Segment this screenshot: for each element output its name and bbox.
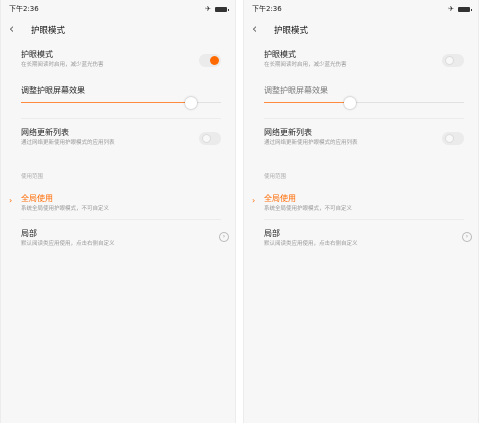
chevron-right-icon: › xyxy=(252,196,256,205)
network-subtitle: 通过网络更新使用护眼模式的应用列表 xyxy=(21,140,115,146)
status-icons: ✈ xyxy=(205,5,229,13)
airplane-icon: ✈ xyxy=(205,5,211,13)
back-icon[interactable]: ‹ xyxy=(252,23,257,36)
divider xyxy=(21,219,221,220)
network-toggle[interactable] xyxy=(442,132,464,145)
effect-row: 调整护眼屏幕效果 xyxy=(264,86,464,96)
status-bar: 下午2:36 ✈ xyxy=(1,0,235,20)
scope-global-subtitle: 系统全局使用护眼模式，不可自定义 xyxy=(264,206,353,212)
scope-local-title: 局部 xyxy=(264,229,280,238)
back-icon[interactable]: ‹ xyxy=(9,23,14,36)
chevron-right-icon: › xyxy=(9,196,13,205)
effect-row: 调整护眼屏幕效果 xyxy=(21,86,221,96)
eye-mode-title: 护眼模式 xyxy=(264,50,296,59)
header: ‹ 护眼模式 xyxy=(1,20,235,42)
eye-mode-row[interactable]: 护眼模式 在长期阅读时启用，减少蓝光伤害 xyxy=(264,50,464,69)
eye-mode-title: 护眼模式 xyxy=(21,50,53,59)
scope-global-row[interactable]: 全局使用 系统全局使用护眼模式，不可自定义 xyxy=(21,194,221,213)
battery-icon xyxy=(215,7,229,12)
status-time: 下午2:36 xyxy=(252,5,282,13)
eye-mode-toggle[interactable] xyxy=(442,54,464,67)
divider xyxy=(264,219,464,220)
scope-global-title: 全局使用 xyxy=(264,194,296,203)
battery-icon xyxy=(458,7,472,12)
eye-mode-subtitle: 在长期阅读时启用，减少蓝光伤害 xyxy=(264,62,347,68)
scope-global-title: 全局使用 xyxy=(21,194,53,203)
slider-thumb[interactable] xyxy=(185,97,197,109)
slider-fill xyxy=(21,102,191,103)
settings-panel-right: 下午2:36 ✈ ‹ 护眼模式 护眼模式 在长期阅读时启用，减少蓝光伤害 调整护… xyxy=(243,0,479,423)
scope-label: 使用范围 xyxy=(264,174,287,180)
toggle-knob xyxy=(445,134,454,143)
scope-global-row[interactable]: 全局使用 系统全局使用护眼模式，不可自定义 xyxy=(264,194,464,213)
slider-fill xyxy=(264,102,350,103)
scope-local-title: 局部 xyxy=(21,229,37,238)
network-title: 网络更新列表 xyxy=(264,128,312,137)
toggle-knob xyxy=(202,134,211,143)
effect-title: 调整护眼屏幕效果 xyxy=(264,86,328,95)
status-icons: ✈ xyxy=(448,5,472,13)
network-row[interactable]: 网络更新列表 通过网络更新使用护眼模式的应用列表 xyxy=(21,128,221,147)
settings-panel-left: 下午2:36 ✈ ‹ 护眼模式 护眼模式 在长期阅读时启用，减少蓝光伤害 调整护… xyxy=(0,0,236,423)
scope-local-row[interactable]: 局部 默认阅读类应用使用，点击右侧自定义 xyxy=(264,229,464,248)
scope-local-subtitle: 默认阅读类应用使用，点击右侧自定义 xyxy=(264,241,358,247)
toggle-knob xyxy=(210,56,219,65)
scope-local-subtitle: 默认阅读类应用使用，点击右侧自定义 xyxy=(21,241,115,247)
scope-local-row[interactable]: 局部 默认阅读类应用使用，点击右侧自定义 xyxy=(21,229,221,248)
page-title: 护眼模式 xyxy=(274,26,309,36)
chevron-right-circle-icon[interactable]: › xyxy=(462,232,472,242)
eye-mode-toggle[interactable] xyxy=(199,54,221,67)
network-title: 网络更新列表 xyxy=(21,128,69,137)
eye-mode-row[interactable]: 护眼模式 在长期阅读时启用，减少蓝光伤害 xyxy=(21,50,221,69)
status-time: 下午2:36 xyxy=(9,5,39,13)
page-title: 护眼模式 xyxy=(31,26,66,36)
scope-global-subtitle: 系统全局使用护眼模式，不可自定义 xyxy=(21,206,110,212)
toggle-knob xyxy=(445,56,454,65)
status-bar: 下午2:36 ✈ xyxy=(244,0,478,20)
header: ‹ 护眼模式 xyxy=(244,20,478,42)
network-row[interactable]: 网络更新列表 通过网络更新使用护眼模式的应用列表 xyxy=(264,128,464,147)
network-toggle[interactable] xyxy=(199,132,221,145)
effect-slider[interactable] xyxy=(21,97,221,109)
slider-thumb[interactable] xyxy=(344,97,356,109)
effect-title: 调整护眼屏幕效果 xyxy=(21,86,85,95)
scope-label: 使用范围 xyxy=(21,174,44,180)
divider xyxy=(264,118,464,119)
airplane-icon: ✈ xyxy=(448,5,454,13)
eye-mode-subtitle: 在长期阅读时启用，减少蓝光伤害 xyxy=(21,62,104,68)
effect-slider[interactable] xyxy=(264,97,464,109)
chevron-right-circle-icon[interactable]: › xyxy=(219,232,229,242)
slider-track xyxy=(350,102,464,103)
network-subtitle: 通过网络更新使用护眼模式的应用列表 xyxy=(264,140,358,146)
divider xyxy=(21,118,221,119)
